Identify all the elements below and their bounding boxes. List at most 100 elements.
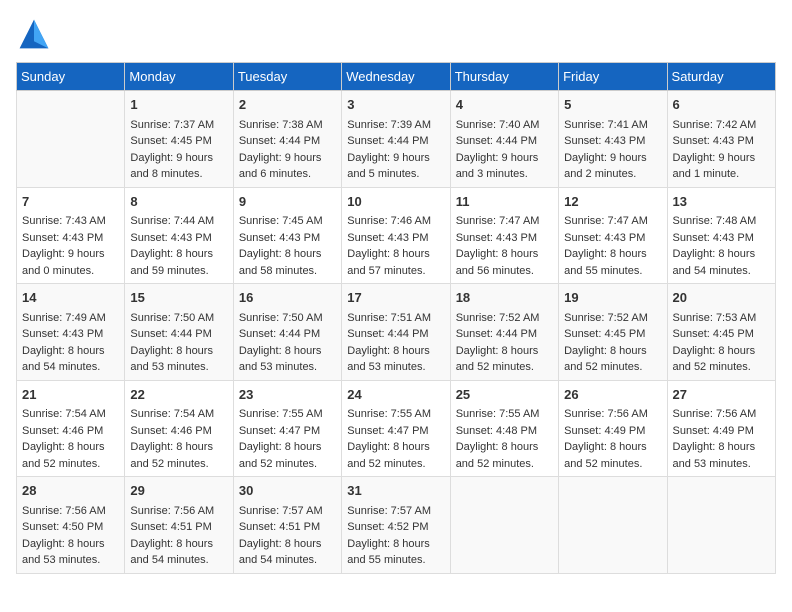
day-info: Sunset: 4:49 PM	[673, 423, 770, 440]
day-info: and 2 minutes.	[564, 166, 661, 183]
day-info: Sunset: 4:52 PM	[347, 519, 444, 536]
calendar-cell: 11Sunrise: 7:47 AMSunset: 4:43 PMDayligh…	[450, 187, 558, 284]
calendar-cell: 19Sunrise: 7:52 AMSunset: 4:45 PMDayligh…	[559, 284, 667, 381]
day-number: 19	[564, 288, 661, 308]
day-info: and 59 minutes.	[130, 263, 227, 280]
day-info: Daylight: 9 hours	[22, 246, 119, 263]
calendar-week-1: 1Sunrise: 7:37 AMSunset: 4:45 PMDaylight…	[17, 91, 776, 188]
day-info: Sunrise: 7:50 AM	[130, 310, 227, 327]
day-number: 2	[239, 95, 336, 115]
day-info: and 55 minutes.	[347, 552, 444, 569]
day-number: 22	[130, 385, 227, 405]
day-info: and 52 minutes.	[456, 359, 553, 376]
day-info: Sunset: 4:43 PM	[239, 230, 336, 247]
day-info: and 54 minutes.	[22, 359, 119, 376]
day-info: Sunset: 4:44 PM	[456, 326, 553, 343]
header-day-friday: Friday	[559, 63, 667, 91]
day-info: Daylight: 8 hours	[130, 246, 227, 263]
day-number: 8	[130, 192, 227, 212]
day-info: and 56 minutes.	[456, 263, 553, 280]
calendar-cell: 25Sunrise: 7:55 AMSunset: 4:48 PMDayligh…	[450, 380, 558, 477]
day-number: 26	[564, 385, 661, 405]
header-day-tuesday: Tuesday	[233, 63, 341, 91]
day-info: and 1 minute.	[673, 166, 770, 183]
day-number: 21	[22, 385, 119, 405]
day-info: Sunset: 4:49 PM	[564, 423, 661, 440]
day-info: Daylight: 8 hours	[347, 439, 444, 456]
day-info: and 0 minutes.	[22, 263, 119, 280]
day-number: 10	[347, 192, 444, 212]
day-info: Sunrise: 7:43 AM	[22, 213, 119, 230]
calendar-cell: 17 Sunrise: 7:51 AMSunset: 4:44 PMDayligh…	[342, 284, 450, 381]
day-info: and 53 minutes.	[673, 456, 770, 473]
day-info: Sunrise: 7:56 AM	[673, 406, 770, 423]
day-number: 29	[130, 481, 227, 501]
day-info: Sunrise: 7:53 AM	[673, 310, 770, 327]
day-number: 31	[347, 481, 444, 501]
day-info: Daylight: 8 hours	[347, 246, 444, 263]
calendar-header: SundayMondayTuesdayWednesdayThursdayFrid…	[17, 63, 776, 91]
day-number: 18	[456, 288, 553, 308]
day-info: Daylight: 8 hours	[239, 246, 336, 263]
day-info: Sunset: 4:44 PM	[347, 133, 444, 150]
day-info: Sunset: 4:50 PM	[22, 519, 119, 536]
day-info: Sunrise: 7:55 AM	[347, 406, 444, 423]
calendar-table: SundayMondayTuesdayWednesdayThursdayFrid…	[16, 62, 776, 574]
calendar-cell: 28Sunrise: 7:56 AMSunset: 4:50 PMDayligh…	[17, 477, 125, 574]
day-info: Daylight: 8 hours	[673, 439, 770, 456]
calendar-cell: 6Sunrise: 7:42 AMSunset: 4:43 PMDaylight…	[667, 91, 775, 188]
day-number: 7	[22, 192, 119, 212]
day-number: 12	[564, 192, 661, 212]
day-number: 3	[347, 95, 444, 115]
header-day-saturday: Saturday	[667, 63, 775, 91]
day-info: Sunrise: 7:55 AM	[456, 406, 553, 423]
calendar-cell: 29Sunrise: 7:56 AMSunset: 4:51 PMDayligh…	[125, 477, 233, 574]
day-info: and 53 minutes.	[22, 552, 119, 569]
day-info: Sunset: 4:44 PM	[347, 326, 444, 343]
header-day-sunday: Sunday	[17, 63, 125, 91]
day-info: Sunset: 4:45 PM	[564, 326, 661, 343]
calendar-cell	[17, 91, 125, 188]
day-info: Sunset: 4:43 PM	[347, 230, 444, 247]
calendar-cell: 21Sunrise: 7:54 AMSunset: 4:46 PMDayligh…	[17, 380, 125, 477]
calendar-cell: 16Sunrise: 7:50 AMSunset: 4:44 PMDayligh…	[233, 284, 341, 381]
day-number: 11	[456, 192, 553, 212]
day-info: Sunset: 4:44 PM	[130, 326, 227, 343]
calendar-cell: 5Sunrise: 7:41 AMSunset: 4:43 PMDaylight…	[559, 91, 667, 188]
calendar-cell: 24Sunrise: 7:55 AMSunset: 4:47 PMDayligh…	[342, 380, 450, 477]
day-info: Sunrise: 7:45 AM	[239, 213, 336, 230]
day-info: Daylight: 8 hours	[239, 439, 336, 456]
day-number: 28	[22, 481, 119, 501]
day-info: Daylight: 8 hours	[347, 343, 444, 360]
day-info: Daylight: 9 hours	[239, 150, 336, 167]
day-info: Daylight: 8 hours	[673, 343, 770, 360]
calendar-cell	[559, 477, 667, 574]
calendar-cell: 31Sunrise: 7:57 AMSunset: 4:52 PMDayligh…	[342, 477, 450, 574]
day-info: Sunset: 4:46 PM	[22, 423, 119, 440]
day-info: Sunset: 4:44 PM	[456, 133, 553, 150]
day-info: and 52 minutes.	[22, 456, 119, 473]
day-info: Sunrise: 7:51 AM	[347, 310, 444, 327]
calendar-cell: 12Sunrise: 7:47 AMSunset: 4:43 PMDayligh…	[559, 187, 667, 284]
day-info: Daylight: 9 hours	[347, 150, 444, 167]
day-info: Sunset: 4:43 PM	[456, 230, 553, 247]
calendar-cell: 22Sunrise: 7:54 AMSunset: 4:46 PMDayligh…	[125, 380, 233, 477]
day-info: Sunset: 4:44 PM	[239, 326, 336, 343]
calendar-week-2: 7Sunrise: 7:43 AMSunset: 4:43 PMDaylight…	[17, 187, 776, 284]
day-number: 4	[456, 95, 553, 115]
day-info: and 52 minutes.	[564, 359, 661, 376]
day-info: Sunset: 4:51 PM	[239, 519, 336, 536]
day-info: Sunrise: 7:56 AM	[130, 503, 227, 520]
day-number: 17	[347, 288, 444, 308]
day-info: Daylight: 8 hours	[239, 343, 336, 360]
header-day-thursday: Thursday	[450, 63, 558, 91]
day-info: Sunrise: 7:52 AM	[564, 310, 661, 327]
calendar-cell: 4Sunrise: 7:40 AMSunset: 4:44 PMDaylight…	[450, 91, 558, 188]
day-info: and 8 minutes.	[130, 166, 227, 183]
day-info: Daylight: 8 hours	[456, 246, 553, 263]
calendar-week-5: 28Sunrise: 7:56 AMSunset: 4:50 PMDayligh…	[17, 477, 776, 574]
day-number: 23	[239, 385, 336, 405]
day-info: Sunrise: 7:42 AM	[673, 117, 770, 134]
day-number: 6	[673, 95, 770, 115]
day-info: Sunrise: 7:39 AM	[347, 117, 444, 134]
